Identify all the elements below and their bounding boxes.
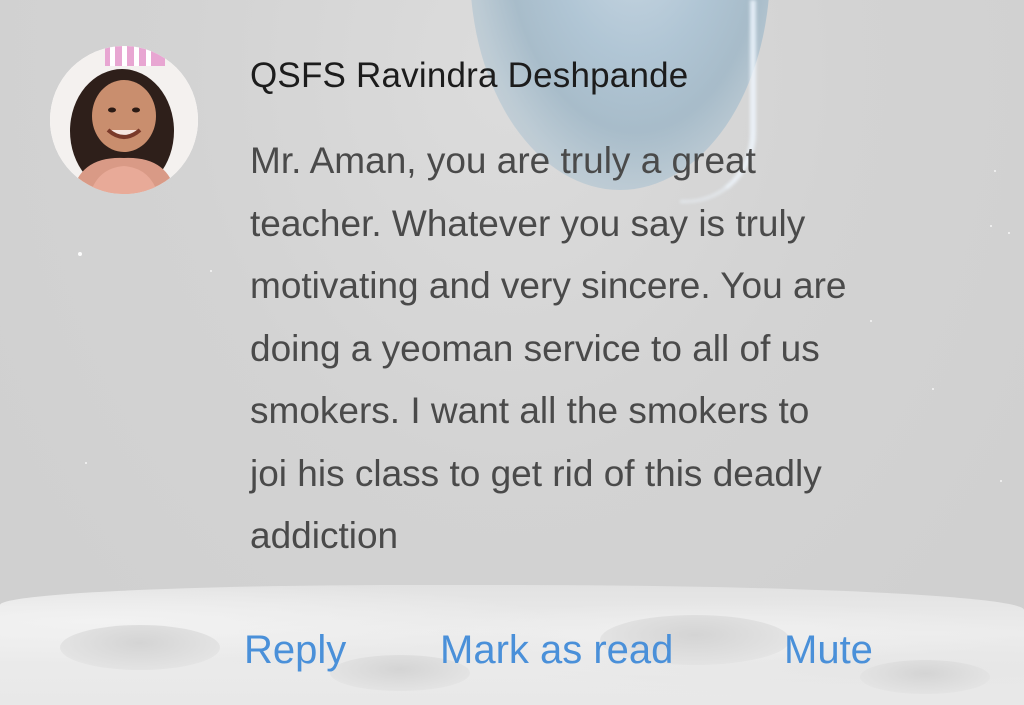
reply-button[interactable]: Reply xyxy=(244,628,346,673)
star-decoration xyxy=(994,170,996,172)
star-decoration xyxy=(85,462,87,464)
star-decoration xyxy=(990,225,992,227)
message-line: motivating and very sincere. You are xyxy=(250,265,847,306)
sender-name: QSFS Ravindra Deshpande xyxy=(250,56,689,95)
mute-button[interactable]: Mute xyxy=(784,628,873,673)
message-body: Mr. Aman, you are truly a great teacher.… xyxy=(250,130,970,568)
star-decoration xyxy=(1000,480,1002,482)
avatar-photo-icon xyxy=(50,46,198,194)
notification-card[interactable]: QSFS Ravindra Deshpande Mr. Aman, you ar… xyxy=(0,0,1024,705)
message-line: joi his class to get rid of this deadly xyxy=(250,452,822,494)
star-decoration xyxy=(78,252,82,256)
message-line: addiction xyxy=(250,515,399,556)
message-line: doing a yeoman service to all of us xyxy=(250,327,820,369)
avatar[interactable] xyxy=(50,46,198,194)
message-line: teacher. Whatever you say is truly xyxy=(250,202,806,244)
star-decoration xyxy=(210,270,212,272)
star-decoration xyxy=(1008,232,1010,234)
message-line: Mr. Aman, you are truly a great xyxy=(250,140,756,181)
message-line: smokers. I want all the smokers to xyxy=(250,390,810,431)
mark-as-read-button[interactable]: Mark as read xyxy=(440,628,673,673)
notification-actions: Reply Mark as read Mute xyxy=(0,628,1024,684)
